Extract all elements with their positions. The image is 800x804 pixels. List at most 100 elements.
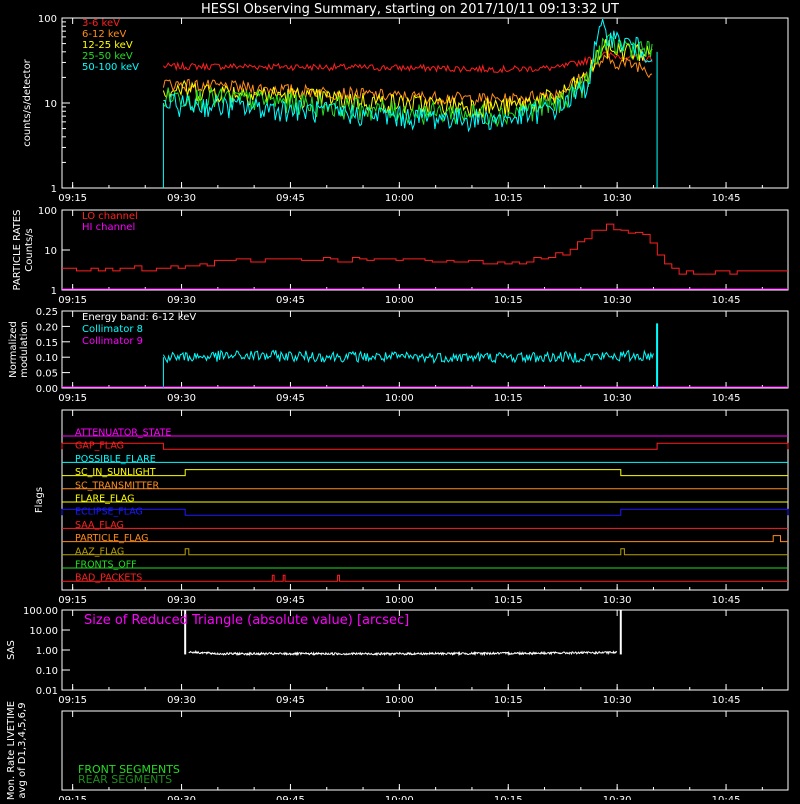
- time-tick-label-2-2: 09:45: [276, 295, 305, 306]
- ytick-label-1-1: 10: [44, 99, 57, 110]
- legend-12-25-keV: 12-25 keV: [82, 40, 133, 51]
- flag-label-possible-flare: POSSIBLE_FLARE: [75, 454, 156, 465]
- time-tick-label-6-5: 10:30: [603, 795, 632, 800]
- series-3-6-keV: [163, 50, 653, 74]
- time-tick-label-1-0: 09:15: [58, 193, 87, 204]
- flag-label-attenuator-state: ATTENUATOR_STATE: [75, 428, 171, 439]
- flag-line-aaz-flag: [62, 548, 788, 556]
- legend-Collimator-8: Collimator 8: [82, 324, 143, 335]
- energy-band-label: Energy band: 6-12 keV: [82, 312, 196, 323]
- series-Collimator-8: [162, 349, 654, 365]
- ylabel-sas: SAS: [6, 640, 17, 660]
- ytick-label-3-1: 0.05: [36, 369, 58, 380]
- ytick-label-2-2: 100: [38, 206, 57, 217]
- ytick-label-3-3: 0.15: [36, 338, 58, 349]
- time-tick-label-2-5: 10:30: [603, 295, 632, 306]
- time-tick-label-1-3: 10:00: [385, 193, 414, 204]
- time-tick-label-4-6: 10:45: [712, 595, 741, 606]
- time-tick-label-4-4: 10:15: [494, 595, 523, 606]
- flag-line-gap-flag: [61, 442, 789, 450]
- ytick-label-1-0: 1: [51, 184, 57, 195]
- legend-6-12-keV: 6-12 keV: [82, 29, 126, 40]
- flag-label-gap-flag: GAP_FLAG: [75, 441, 124, 452]
- flag-label-bad-packets: BAD_PACKETS: [75, 573, 142, 584]
- ylabel-modulation-2: modulation: [19, 321, 30, 378]
- time-tick-label-6-4: 10:15: [494, 795, 523, 800]
- time-tick-label-5-2: 09:45: [276, 695, 305, 706]
- legend-LO-channel: LO channel: [82, 211, 138, 222]
- ytick-label-3-5: 0.25: [36, 307, 58, 318]
- flag-line-particle-flag: [62, 535, 788, 543]
- ylabel-monitor-2: avg of D1,3,4,5,6,9: [17, 702, 28, 798]
- time-tick-label-3-3: 10:00: [385, 393, 414, 404]
- ytick-label-5-3: 10.00: [29, 626, 58, 637]
- time-tick-label-4-0: 09:15: [58, 595, 87, 606]
- time-tick-label-2-4: 10:15: [494, 295, 523, 306]
- time-tick-label-2-1: 09:30: [167, 295, 196, 306]
- time-tick-label-3-1: 09:30: [167, 393, 196, 404]
- ytick-label-5-4: 100.00: [23, 606, 58, 617]
- time-tick-label-3-2: 09:45: [276, 393, 305, 404]
- time-tick-label-4-1: 09:30: [167, 595, 196, 606]
- ylabel-count-rates: counts/s/detector: [22, 58, 33, 146]
- flag-label-sc-transmitter: SC_TRANSMITTER: [75, 480, 160, 491]
- flag-label-sc-in-sunlight: SC_IN_SUNLIGHT: [75, 467, 156, 478]
- time-tick-label-5-3: 10:00: [385, 695, 414, 706]
- time-tick-label-1-2: 09:45: [276, 193, 305, 204]
- time-tick-label-1-6: 10:45: [712, 193, 741, 204]
- ylabel-particle-units: Counts/s: [24, 228, 35, 272]
- flag-label-eclipse-flag: ECLIPSE_FLAG: [75, 507, 143, 518]
- flag-label-aaz-flag: AAZ_FLAG: [75, 546, 124, 557]
- time-tick-label-3-5: 10:30: [603, 393, 632, 404]
- series-12-25-keV: [162, 38, 653, 119]
- ytick-label-2-1: 10: [44, 246, 57, 257]
- time-tick-label-5-1: 09:30: [167, 695, 196, 706]
- time-tick-label-5-0: 09:15: [58, 695, 87, 706]
- panel-frame-2: [61, 209, 789, 291]
- hessi-summary: HESSI Observing Summary, starting on 201…: [0, 0, 800, 804]
- time-tick-label-5-4: 10:15: [494, 695, 523, 706]
- ytick-label-3-0: 0.00: [36, 384, 58, 395]
- flag-line-eclipse-flag: [61, 508, 789, 516]
- figure-title: HESSI Observing Summary, starting on 201…: [201, 2, 619, 17]
- hessi-summary-figure: HESSI Observing Summary, starting on 201…: [6, 2, 789, 804]
- ytick-label-1-2: 100: [38, 14, 57, 25]
- time-tick-label-6-3: 10:00: [385, 795, 414, 800]
- time-tick-label-3-4: 10:15: [494, 393, 523, 404]
- ylabel-modulation-1: Normalized: [8, 321, 19, 378]
- flag-label-particle-flag: PARTICLE_FLAG: [75, 533, 148, 544]
- legend-50-100-keV: 50-100 keV: [82, 62, 139, 73]
- legend-Collimator-9: Collimator 9: [82, 336, 143, 347]
- series-sas-triangle: [188, 649, 618, 657]
- time-tick-label-3-0: 09:15: [58, 393, 87, 404]
- flag-label-flare-flag: FLARE_FLAG: [75, 494, 135, 505]
- chart-layers: 09:15 09:30 09:45 10:00 10:15 10:30 10:4511010…: [6, 14, 789, 804]
- time-tick-label-4-5: 10:30: [603, 595, 632, 606]
- ytick-label-5-0: 0.01: [36, 686, 58, 697]
- sas-annotation: Size of Reduced Triangle (absolute value…: [84, 613, 409, 628]
- flag-line-bad-packets: [62, 574, 788, 582]
- time-tick-label-2-6: 10:45: [712, 295, 741, 306]
- time-tick-label-5-5: 10:30: [603, 695, 632, 706]
- legend-rear-segments: REAR SEGMENTS: [78, 773, 172, 786]
- flag-label-saa-flag: SAA_FLAG: [75, 520, 124, 531]
- time-tick-label-1-1: 09:30: [167, 193, 196, 204]
- time-tick-label-6-0: 09:15: [58, 795, 87, 800]
- ytick-label-2-0: 1: [51, 286, 57, 297]
- time-tick-label-4-2: 09:45: [276, 595, 305, 606]
- time-tick-label-4-3: 10:00: [385, 595, 414, 606]
- time-tick-label-6-6: 10:45: [712, 795, 741, 800]
- series-LO-channel: [62, 223, 788, 275]
- ytick-label-3-4: 0.20: [36, 322, 58, 333]
- ylabel-monitor-1: Mon. Rate LIVETIME: [6, 701, 17, 800]
- ylabel-flags: Flags: [34, 487, 45, 513]
- time-tick-label-1-5: 10:30: [603, 193, 632, 204]
- time-tick-label-2-3: 10:00: [385, 295, 414, 306]
- flag-line-sc-in-sunlight: [62, 469, 788, 477]
- ytick-label-3-2: 0.10: [36, 353, 58, 364]
- legend-3-6-keV: 3-6 keV: [82, 18, 120, 29]
- legend-25-50-keV: 25-50 keV: [82, 51, 133, 62]
- legend-HI-channel: HI channel: [82, 222, 135, 233]
- ytick-label-5-2: 1.00: [36, 646, 58, 657]
- time-tick-label-3-6: 10:45: [712, 393, 741, 404]
